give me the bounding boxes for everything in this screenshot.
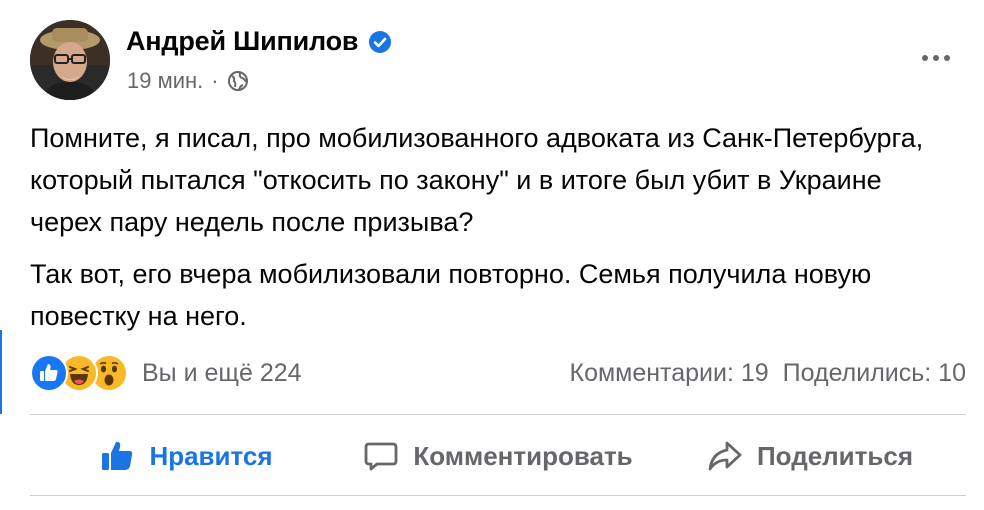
like-reaction-icon — [30, 354, 68, 392]
post-paragraph: Так вот, его вчера мобилизовали повторно… — [30, 259, 872, 331]
meta-separator: · — [211, 68, 219, 93]
post-meta: 19 мин. · — [127, 68, 249, 94]
author-row: Андрей Шипилов — [126, 26, 392, 57]
avatar[interactable] — [30, 20, 110, 100]
comments-count[interactable]: Комментарии: 19 — [570, 359, 769, 388]
share-icon — [707, 438, 743, 474]
shares-count[interactable]: Поделились: 10 — [783, 359, 966, 388]
post-text: Помните, я писал, про мобилизованного ад… — [30, 117, 960, 347]
post-paragraph: Помните, я писал, про мобилизованного ад… — [30, 123, 924, 237]
comment-button[interactable]: Комментировать — [342, 418, 654, 494]
more-dot-icon — [944, 55, 950, 61]
share-button[interactable]: Поделиться — [654, 418, 966, 494]
post-actions: Нравится Комментировать Поделиться — [30, 418, 966, 494]
more-options-button[interactable] — [916, 46, 956, 70]
reactions-count[interactable]: Вы и ещё 224 — [142, 359, 302, 388]
avatar-image — [30, 20, 110, 100]
like-button[interactable]: Нравится — [30, 418, 342, 494]
comment-button-label: Комментировать — [413, 440, 633, 471]
left-accent-bar — [0, 330, 2, 414]
globe-icon[interactable] — [227, 70, 249, 92]
thumbs-up-icon — [99, 438, 135, 474]
divider — [30, 495, 966, 496]
reactions-summary: Вы и ещё 224 Комментарии: 19 Поделились:… — [30, 352, 966, 394]
like-button-label: Нравится — [149, 440, 273, 471]
reaction-icons[interactable] — [30, 354, 128, 392]
post-header: Андрей Шипилов 19 мин. · — [30, 20, 970, 100]
author-name[interactable]: Андрей Шипилов — [126, 26, 358, 57]
post-timestamp[interactable]: 19 мин. — [127, 68, 203, 94]
more-dot-icon — [933, 55, 939, 61]
divider — [30, 414, 966, 415]
verified-badge-icon — [368, 30, 392, 54]
engagement-counts: Комментарии: 19 Поделились: 10 — [556, 359, 967, 388]
more-dot-icon — [922, 55, 928, 61]
comment-icon — [363, 438, 399, 474]
share-button-label: Поделиться — [756, 440, 914, 471]
